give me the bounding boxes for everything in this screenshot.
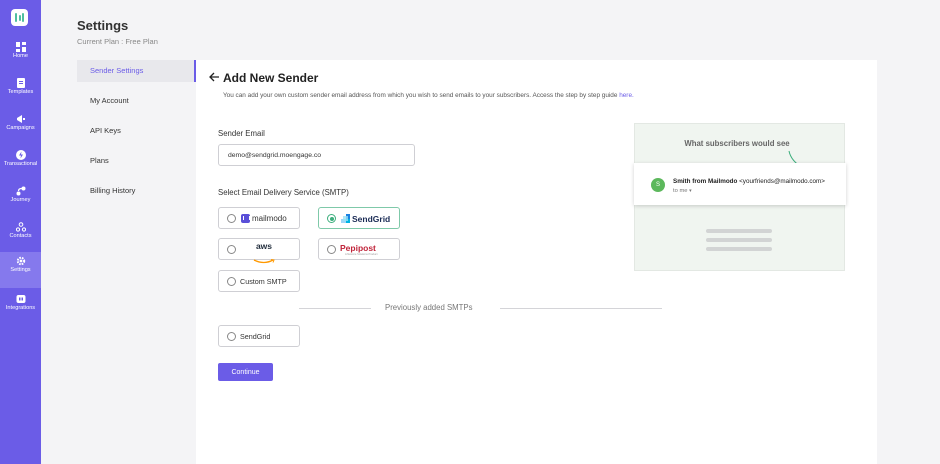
smtp-option-sendgrid[interactable]: SendGrid xyxy=(318,207,400,229)
transactional-icon xyxy=(15,150,26,160)
rail-label: Contacts xyxy=(9,233,32,239)
preview-sender: Smith from Mailmodo <yourfriends@mailmod… xyxy=(673,178,825,185)
sendgrid-mark-icon xyxy=(341,214,350,223)
smtp-label: Select Email Delivery Service (SMTP) xyxy=(218,188,349,197)
skeleton-line xyxy=(706,247,772,251)
templates-icon xyxy=(16,78,25,88)
back-arrow-icon[interactable] xyxy=(209,72,220,82)
rail-label: Campaigns xyxy=(6,125,35,131)
preview-to-line: to me ▾ xyxy=(673,188,692,194)
sender-email-input[interactable] xyxy=(218,144,415,166)
skeleton-line xyxy=(706,238,772,242)
contacts-icon xyxy=(15,222,26,232)
panel-title: Add New Sender xyxy=(223,71,319,85)
skeleton-line xyxy=(706,229,772,233)
app-logo[interactable] xyxy=(11,9,28,26)
menu-item-billing-history[interactable]: Billing History xyxy=(77,180,196,210)
rail-item-integrations[interactable]: Integrations xyxy=(0,290,41,326)
rail-item-contacts[interactable]: Contacts xyxy=(0,218,41,254)
pepipost-logo: Pepipost A Netcore Solutions Product xyxy=(340,243,378,256)
preview-email-card: S Smith from Mailmodo <yourfriends@mailm… xyxy=(634,163,846,205)
radio-button[interactable] xyxy=(227,214,236,223)
subscriber-preview: What subscribers would see S Smith from … xyxy=(634,123,846,271)
rail-label: Home xyxy=(13,53,28,59)
menu-item-plans[interactable]: Plans xyxy=(77,150,196,180)
mailmodo-mark-icon xyxy=(241,214,250,223)
radio-button-selected[interactable] xyxy=(327,214,336,223)
rail-label: Settings xyxy=(10,267,31,273)
smtp-option-mailmodo[interactable]: mailmodo xyxy=(218,207,300,229)
page-title: Settings xyxy=(77,18,129,33)
previous-smtp-sendgrid[interactable]: SendGrid xyxy=(218,325,300,347)
rail-item-campaigns[interactable]: Campaigns xyxy=(0,110,41,146)
radio-button[interactable] xyxy=(327,245,336,254)
sender-panel: Add New Sender You can add your own cust… xyxy=(196,60,877,464)
sender-email-label: Sender Email xyxy=(218,129,265,138)
current-plan: Current Plan : Free Plan xyxy=(77,37,158,46)
rail-item-settings[interactable]: Settings xyxy=(0,252,41,288)
rail-label: Templates xyxy=(7,89,34,95)
rail-item-journey[interactable]: Journey xyxy=(0,182,41,218)
continue-button[interactable]: Continue xyxy=(218,363,273,381)
custom-smtp-label: Custom SMTP xyxy=(240,277,287,286)
previous-smtp-label: SendGrid xyxy=(240,332,271,341)
radio-button[interactable] xyxy=(227,245,236,254)
integrations-icon xyxy=(16,295,25,303)
guide-link[interactable]: here. xyxy=(619,92,634,99)
divider-right xyxy=(500,308,662,309)
mailmodo-logo: mailmodo xyxy=(241,213,287,224)
aws-logo: aws xyxy=(249,242,279,264)
previous-smtps-label: Previously added SMTPs xyxy=(385,303,473,312)
journey-icon xyxy=(16,186,25,196)
description-text: You can add your own custom sender email… xyxy=(223,92,618,99)
radio-button[interactable] xyxy=(227,332,236,341)
rail-label: Transactional xyxy=(3,161,38,167)
rail-item-templates[interactable]: Templates xyxy=(0,74,41,110)
menu-item-sender-settings[interactable]: Sender Settings xyxy=(77,60,196,82)
rail-label: Integrations xyxy=(5,305,36,311)
campaigns-icon xyxy=(16,115,25,123)
preview-sender-name: Smith from Mailmodo xyxy=(673,178,738,185)
preview-sender-email: <yourfriends@mailmodo.com> xyxy=(739,178,825,185)
menu-item-api-keys[interactable]: API Keys xyxy=(77,120,196,150)
rail-item-home[interactable]: Home xyxy=(0,38,41,74)
sender-avatar: S xyxy=(651,178,665,192)
smtp-option-custom[interactable]: Custom SMTP xyxy=(218,270,300,292)
sendgrid-logo: SendGrid xyxy=(341,213,390,224)
divider-left xyxy=(299,308,371,309)
chevron-down-icon: ▾ xyxy=(689,188,692,194)
rail-label: Journey xyxy=(10,197,31,203)
home-icon xyxy=(15,42,26,52)
rail-item-transactional[interactable]: Transactional xyxy=(0,146,41,182)
preview-title: What subscribers would see xyxy=(684,139,790,148)
settings-menu: Sender Settings My Account API Keys Plan… xyxy=(77,60,196,210)
smtp-option-pepipost[interactable]: Pepipost A Netcore Solutions Product xyxy=(318,238,400,260)
settings-icon xyxy=(16,256,25,266)
aws-smile-icon xyxy=(253,259,275,264)
left-rail: Home Templates Campaigns Transactional J… xyxy=(0,0,41,464)
panel-description: You can add your own custom sender email… xyxy=(223,92,634,99)
menu-item-my-account[interactable]: My Account xyxy=(77,90,196,120)
radio-button[interactable] xyxy=(227,277,236,286)
smtp-option-aws[interactable]: aws xyxy=(218,238,300,264)
